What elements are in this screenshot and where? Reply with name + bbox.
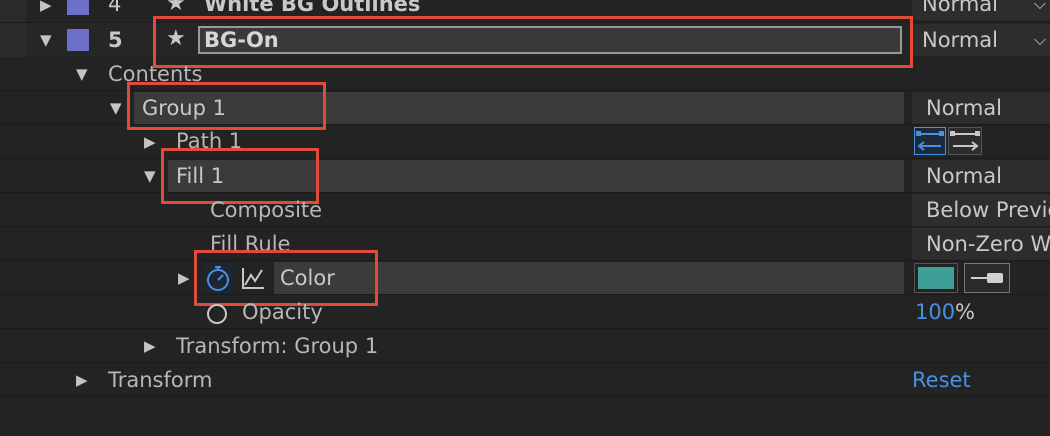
transform-group-label: Transform: Group 1: [176, 334, 379, 358]
path1-row[interactable]: ▶ Path 1: [0, 125, 1050, 159]
layer-index: 5: [108, 28, 123, 52]
opacity-row[interactable]: Opacity 100 %: [0, 295, 1050, 329]
group1-blend-dropdown[interactable]: Normal: [912, 92, 1050, 124]
reset-link[interactable]: Reset: [912, 367, 971, 393]
layer-name[interactable]: White BG Outlines: [204, 0, 420, 17]
composite-value: Below Previo: [926, 198, 1050, 222]
fill1-blend-value: Normal: [926, 164, 1002, 188]
label-color-swatch[interactable]: [67, 0, 89, 15]
triangle-right-icon[interactable]: ▶: [144, 337, 156, 355]
composite-label: Composite: [210, 198, 323, 222]
fill1-row[interactable]: ▼ Fill 1 Normal: [0, 159, 1050, 193]
composite-dropdown[interactable]: Below Previo: [912, 194, 1050, 226]
composite-row[interactable]: Composite Below Previo: [0, 193, 1050, 227]
blend-mode-value: Normal: [922, 28, 998, 52]
triangle-down-icon[interactable]: ▼: [76, 65, 88, 83]
group1-blend-value: Normal: [926, 96, 1002, 120]
highlight-box-group1: [127, 82, 326, 130]
layer-index: 4: [108, 0, 122, 16]
stopwatch-icon[interactable]: [206, 302, 228, 324]
triangle-right-icon[interactable]: ▶: [40, 0, 52, 14]
fill1-blend-dropdown[interactable]: Normal: [912, 160, 1050, 192]
layer-switch-cell[interactable]: [0, 0, 26, 22]
triangle-down-icon[interactable]: ▼: [110, 99, 122, 117]
triangle-down-icon[interactable]: ▼: [40, 31, 52, 49]
transform-group-row[interactable]: ▶ Transform: Group 1: [0, 329, 1050, 363]
path-direction-icon[interactable]: [914, 127, 946, 155]
blend-mode-value: Normal: [922, 0, 998, 16]
triangle-right-icon[interactable]: ▶: [144, 133, 156, 151]
fill-rule-value: Non-Zero W: [926, 232, 1050, 256]
opacity-label: Opacity: [242, 300, 323, 324]
label-color-swatch[interactable]: [67, 29, 89, 51]
eyedropper-icon[interactable]: [964, 263, 1010, 293]
chevron-down-icon: ⌵: [1033, 30, 1046, 49]
transform-label: Transform: [108, 368, 213, 392]
fill-rule-dropdown[interactable]: Non-Zero W: [912, 228, 1050, 260]
triangle-right-icon[interactable]: ▶: [178, 269, 190, 287]
color-row[interactable]: ▶ Color: [0, 261, 1050, 295]
color-swatch: [918, 267, 954, 289]
chevron-down-icon: ⌵: [1033, 0, 1046, 13]
star-icon: ★: [166, 0, 186, 16]
opacity-unit: %: [955, 300, 975, 324]
blend-mode-dropdown[interactable]: Normal ⌵: [912, 0, 1050, 20]
path-direction-reverse-icon[interactable]: [948, 127, 982, 155]
triangle-right-icon[interactable]: ▶: [76, 371, 88, 389]
fill-rule-row[interactable]: Fill Rule Non-Zero W: [0, 227, 1050, 261]
blend-mode-dropdown[interactable]: Normal ⌵: [912, 24, 1050, 56]
layer-switch-cell[interactable]: [0, 23, 26, 57]
triangle-down-icon[interactable]: ▼: [144, 167, 156, 185]
opacity-value[interactable]: 100: [915, 299, 955, 325]
color-swatch-button[interactable]: [914, 263, 958, 293]
transform-row[interactable]: ▶ Transform Reset: [0, 363, 1050, 397]
